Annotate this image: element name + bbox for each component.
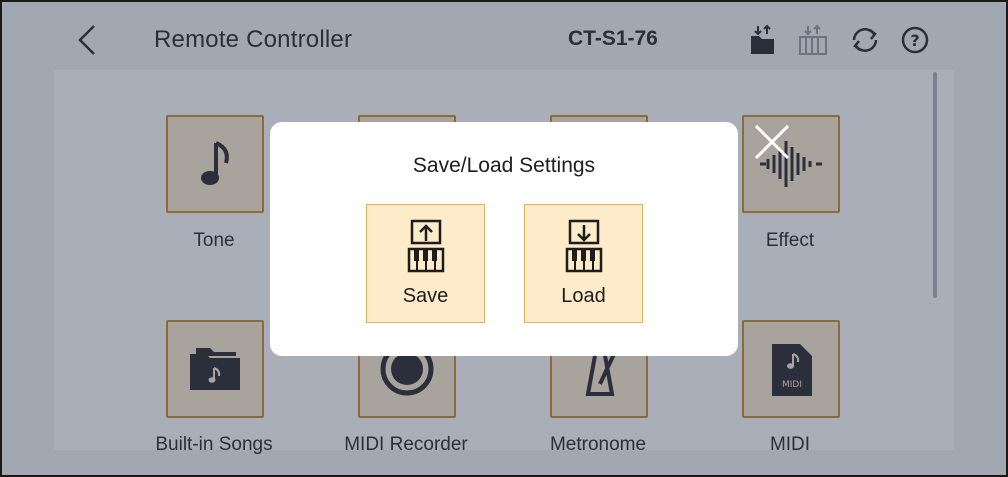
keyboard-transfer-icon[interactable] — [798, 24, 828, 56]
load-button[interactable]: Load — [524, 204, 643, 323]
save-load-icon[interactable] — [748, 24, 778, 56]
app-window: Remote Controller CT-S1-76 ? Tone Effect… — [0, 0, 1008, 477]
dialog-title: Save/Load Settings — [412, 154, 596, 177]
tile-built-in-songs[interactable] — [166, 320, 264, 418]
save-button[interactable]: Save — [366, 204, 485, 323]
load-button-label: Load — [561, 285, 606, 307]
tile-label: MIDI — [769, 434, 811, 455]
keyboard-download-icon — [565, 219, 603, 273]
back-chevron-icon[interactable] — [74, 22, 104, 58]
tile-tone[interactable] — [166, 115, 264, 213]
keyboard-upload-icon — [407, 219, 445, 273]
save-load-dialog: Save/Load Settings Save Load — [270, 122, 738, 356]
sync-icon[interactable] — [848, 24, 882, 56]
folder-music-icon — [190, 348, 240, 390]
tile-label: Built-in Songs — [155, 434, 273, 455]
tile-label: MIDI Recorder — [344, 434, 468, 455]
music-note-icon — [201, 141, 229, 185]
close-icon[interactable] — [752, 122, 792, 162]
midi-file-icon: MIDI — [772, 344, 812, 396]
help-icon[interactable]: ? — [900, 24, 930, 56]
midi-icon-text: MIDI — [782, 380, 802, 390]
tile-label: Metronome — [549, 434, 647, 455]
scrollbar[interactable] — [933, 72, 937, 298]
page-title: Remote Controller — [154, 26, 353, 53]
tile-midi[interactable]: MIDI — [742, 320, 840, 418]
header: Remote Controller CT-S1-76 ? — [2, 2, 1006, 72]
save-button-label: Save — [402, 285, 449, 307]
svg-text:?: ? — [910, 31, 919, 50]
device-model: CT-S1-76 — [568, 27, 658, 50]
